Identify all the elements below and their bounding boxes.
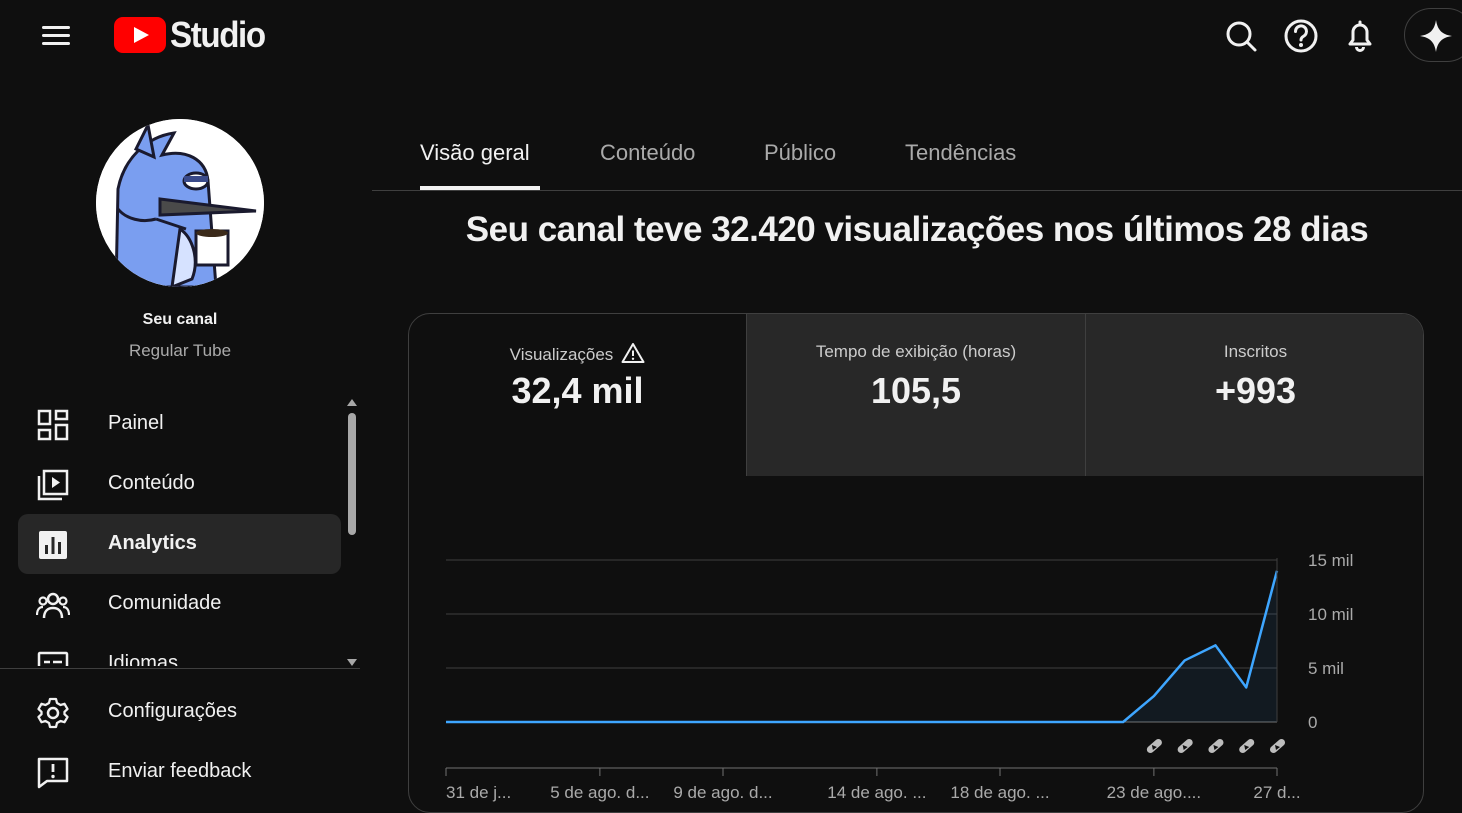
page-headline: Seu canal teve 32.420 visualizações nos … <box>465 210 1369 249</box>
x-tick-label: 27 d... <box>1253 783 1300 802</box>
channel-name: Seu canal <box>142 311 218 328</box>
warning-icon[interactable] <box>621 342 645 364</box>
y-tick-label: 15 mil <box>1308 551 1353 570</box>
avatar-illustration <box>96 119 264 287</box>
shorts-marker-icon <box>1146 738 1162 754</box>
metric-visualizacoes[interactable]: Visualizações 32,4 mil <box>409 314 746 476</box>
sidebar-item-enviar-feedback[interactable]: Enviar feedback <box>18 742 341 802</box>
logo-text: Studio <box>170 14 266 55</box>
analytics-tabs: Visão geral Conteúdo Público Tendências <box>372 72 1462 191</box>
metric-label: Inscritos <box>1223 342 1288 361</box>
sidebar-item-conteudo[interactable]: Conteúdo <box>18 454 341 514</box>
shorts-marker-icon <box>1269 738 1286 754</box>
dashboard-icon <box>37 409 69 441</box>
community-icon <box>36 592 70 619</box>
tab-publico[interactable]: Público <box>764 140 836 166</box>
bell-icon[interactable] <box>1340 16 1380 56</box>
y-tick-label: 5 mil <box>1308 659 1344 678</box>
metric-value: 32,4 mil <box>511 370 644 411</box>
channel-avatar[interactable] <box>96 119 264 287</box>
shorts-marker-icon <box>1177 738 1193 754</box>
scroll-up-icon[interactable] <box>347 399 357 406</box>
youtube-play-icon <box>114 17 166 53</box>
metric-value: 105,5 <box>870 370 962 411</box>
metric-inscritos[interactable]: Inscritos +993 <box>1086 314 1423 476</box>
active-tab-indicator <box>420 186 540 190</box>
views-chart-svg: 0 5 mil 10 mil 15 mil 31 de j... 5 de ago. d.… <box>445 551 1353 802</box>
top-bar: Studio <box>0 0 1462 72</box>
sidebar-item-label: Conteúdo <box>108 472 195 494</box>
sidebar-item-configuracoes[interactable]: Configurações <box>18 682 341 742</box>
shorts-marker-icon <box>1208 738 1224 754</box>
sidebar-item-label: Idiomas <box>108 652 179 666</box>
tab-conteudo[interactable]: Conteúdo <box>600 140 695 166</box>
sidebar-item-label: Comunidade <box>108 592 222 614</box>
sidebar-item-painel[interactable]: Painel <box>18 394 341 454</box>
sidebar-item-comunidade[interactable]: Comunidade <box>18 574 341 634</box>
search-icon[interactable] <box>1221 16 1261 56</box>
content-icon <box>37 469 69 501</box>
x-tick-label: 9 de ago. d... <box>673 783 772 802</box>
x-tick-label: 14 de ago. ... <box>827 783 926 802</box>
ai-assistant-button[interactable] <box>1404 8 1462 62</box>
sparkle-icon <box>1420 20 1452 52</box>
feedback-icon <box>37 757 69 789</box>
help-icon[interactable] <box>1281 16 1321 56</box>
scroll-thumb[interactable] <box>348 413 356 535</box>
metric-value: +993 <box>1214 370 1297 411</box>
x-tick-label: 23 de ago.... <box>1107 783 1202 802</box>
analytics-icon <box>39 531 67 559</box>
sidebar-divider <box>0 668 360 669</box>
x-tick-label: 5 de ago. d... <box>550 783 649 802</box>
gear-icon <box>37 697 69 729</box>
sidebar-item-idiomas[interactable]: Idiomas <box>18 634 341 666</box>
menu-icon[interactable] <box>37 20 77 52</box>
sidebar: Seu canal Regular Tube Painel Conteúdo A… <box>0 72 360 801</box>
series-area <box>446 570 1277 722</box>
channel-handle: Regular Tube <box>128 341 232 360</box>
metric-label: Visualizações <box>409 342 746 365</box>
shorts-glyph <box>1239 738 1255 754</box>
tab-tendencias[interactable]: Tendências <box>905 140 1016 166</box>
metrics-card: Visualizações 32,4 mil Tempo de exibição… <box>408 313 1424 813</box>
main-content: Visão geral Conteúdo Público Tendências … <box>372 72 1462 813</box>
tab-visao-geral[interactable]: Visão geral <box>420 140 530 166</box>
sidebar-nav: Painel Conteúdo Analytics Comunidade Idi… <box>0 394 345 666</box>
metric-tempo-exibicao[interactable]: Tempo de exibição (horas) 105,5 <box>747 314 1085 476</box>
shorts-marker-icon <box>1239 738 1255 754</box>
x-tick-label: 18 de ago. ... <box>950 783 1049 802</box>
sidebar-item-label: Enviar feedback <box>108 760 252 782</box>
y-tick-label: 0 <box>1308 713 1317 732</box>
subtitles-icon <box>37 651 69 666</box>
metric-label-text: Visualizações <box>509 345 614 364</box>
x-tick-label: 31 de j... <box>446 783 511 802</box>
sidebar-scrollbar[interactable] <box>346 397 358 667</box>
scroll-down-icon[interactable] <box>347 659 357 666</box>
sidebar-item-label: Painel <box>108 412 164 434</box>
sidebar-item-analytics[interactable]: Analytics <box>18 514 341 574</box>
sidebar-item-label: Analytics <box>108 532 197 554</box>
sidebar-item-label: Configurações <box>108 700 237 722</box>
studio-logo[interactable]: Studio <box>114 14 273 56</box>
views-chart: 0 5 mil 10 mil 15 mil 31 de j... 5 de ago. d.… <box>409 476 1423 812</box>
metric-label: Tempo de exibição (horas) <box>815 342 1017 361</box>
y-tick-label: 10 mil <box>1308 605 1353 624</box>
